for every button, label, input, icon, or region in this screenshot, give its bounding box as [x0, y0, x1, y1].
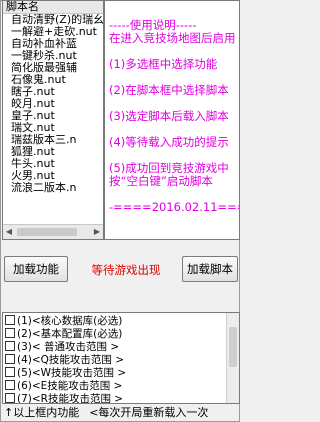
script-item[interactable]: 一键秒杀.nut	[3, 50, 103, 62]
instructions-step: 按“空白键”启动脚本	[109, 174, 213, 188]
instructions-panel: -----使用说明----- 在进入竞技场地图后启用 (1)多选框中选择功能 (…	[104, 0, 240, 240]
instructions-step: (4)等待载入成功的提示	[109, 135, 229, 149]
script-item[interactable]: 牛头.nut	[3, 158, 103, 170]
script-list[interactable]: 脚本名 自动清野(Z)的瑞幺 一解避+走砍.nut 自动补血补蓝 一键秒杀.nu…	[2, 0, 104, 240]
script-item[interactable]: 瞎子.nut	[3, 86, 103, 98]
function-option[interactable]: (2)<基本配置库(必选)	[5, 328, 122, 340]
instructions-step: (1)多选框中选择功能	[109, 57, 218, 71]
function-option-label: (2)<基本配置库(必选)	[17, 328, 123, 340]
script-item[interactable]: 自动清野(Z)的瑞幺	[3, 14, 103, 26]
instructions-step: (3)选定脚本后载入脚本	[109, 109, 229, 123]
function-option[interactable]: (5)<W技能攻击范围 >	[5, 367, 126, 379]
instructions-line: 在进入竞技场地图后启用	[109, 31, 236, 45]
footer-note-right: <每次开局重新载入一次	[89, 406, 209, 419]
status-label: 等待游戏出现	[91, 263, 161, 277]
checkbox[interactable]	[5, 367, 15, 377]
script-item[interactable]: 石像鬼.nut	[3, 74, 103, 86]
function-checklist: (1)<核心数据库(必选) (2)<基本配置库(必选) (3)< 普通攻击范围 …	[2, 312, 240, 404]
load-functions-button[interactable]: 加载功能	[4, 256, 68, 282]
checkbox[interactable]	[5, 328, 15, 338]
script-list-header[interactable]: 脚本名	[3, 1, 103, 14]
checkbox[interactable]	[5, 341, 15, 351]
script-list-rows: 自动清野(Z)的瑞幺 一解避+走砍.nut 自动补血补蓝 一键秒杀.nut 简化…	[3, 14, 103, 194]
script-item[interactable]: 火男.nut	[3, 170, 103, 182]
script-item[interactable]: 简化版最强辅	[3, 62, 103, 74]
function-option-label: (1)<核心数据库(必选)	[17, 315, 123, 327]
scrollbar-thumb[interactable]	[17, 228, 77, 236]
checkbox[interactable]	[5, 393, 15, 403]
function-option-label: (7)<R技能攻击范围 >	[17, 393, 124, 404]
script-item[interactable]: 狐狸.nut	[3, 146, 103, 158]
scroll-left-icon[interactable]: ◀	[3, 226, 15, 238]
checkbox[interactable]	[5, 315, 15, 325]
footer-note: ↑以上框内功能 <每次开局重新载入一次	[4, 404, 208, 420]
function-option[interactable]: (1)<核心数据库(必选)	[5, 315, 122, 327]
load-script-button[interactable]: 加载脚本	[182, 256, 238, 282]
function-option-label: (6)<E技能攻击范围 >	[17, 380, 123, 392]
script-item[interactable]: 流浪二版本.n	[3, 182, 103, 194]
function-option-label: (5)<W技能攻击范围 >	[17, 367, 127, 379]
function-option-label: (4)<Q技能攻击范围 >	[17, 354, 125, 366]
vertical-scrollbar[interactable]	[226, 313, 239, 403]
script-item[interactable]: 皎月.nut	[3, 98, 103, 110]
script-item[interactable]: 瑞文.nut	[3, 122, 103, 134]
script-item[interactable]: 自动补血补蓝	[3, 38, 103, 50]
checkbox[interactable]	[5, 354, 15, 364]
function-option[interactable]: (3)< 普通攻击范围 >	[5, 341, 119, 353]
horizontal-scrollbar[interactable]: ◀ ▶	[3, 224, 103, 239]
function-option-label: (3)< 普通攻击范围 >	[17, 341, 120, 353]
function-option[interactable]: (7)<R技能攻击范围 >	[5, 393, 124, 404]
script-item[interactable]: 皇子.nut	[3, 110, 103, 122]
scroll-right-icon[interactable]: ▶	[91, 226, 103, 238]
script-item[interactable]: 一解避+走砍.nut	[3, 26, 103, 38]
script-item[interactable]: 瑞兹版本三.n	[3, 134, 103, 146]
footer-note-left: ↑以上框内功能	[4, 406, 80, 419]
scrollbar-thumb[interactable]	[229, 327, 237, 367]
function-option[interactable]: (6)<E技能攻击范围 >	[5, 380, 122, 392]
function-option[interactable]: (4)<Q技能攻击范围 >	[5, 354, 124, 366]
instructions-step: (2)在脚本框中选择脚本	[109, 83, 229, 97]
instructions-date: -====2016.02.11====-	[109, 200, 239, 214]
checkbox[interactable]	[5, 380, 15, 390]
